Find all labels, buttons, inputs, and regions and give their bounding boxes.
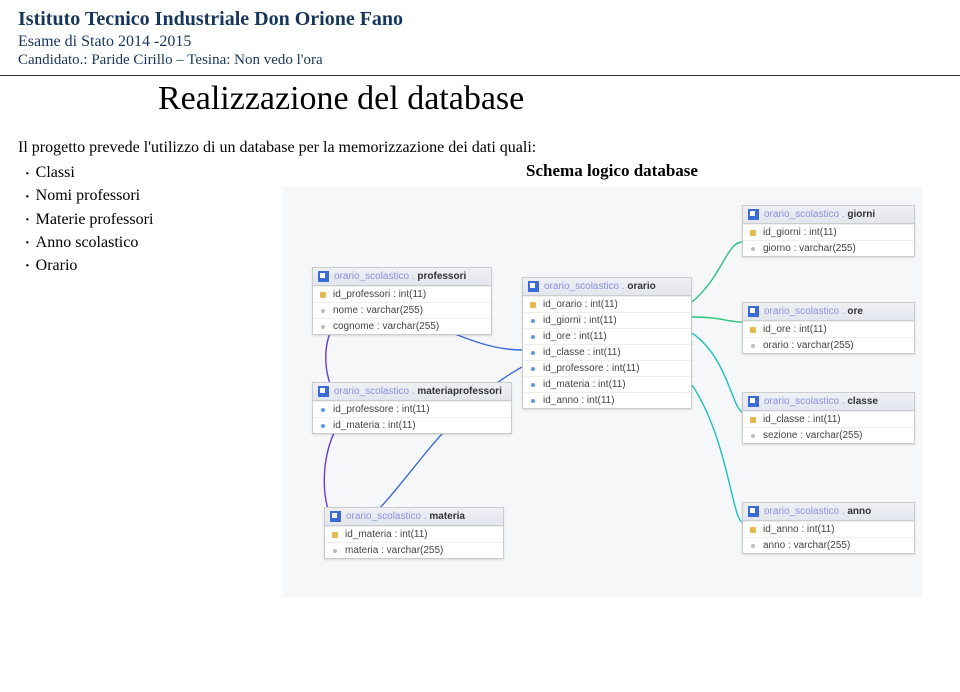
table-professori: orario_scolastico . professori id_profes… [312, 267, 492, 335]
table-column: id_professore : int(11) [313, 401, 511, 417]
table-header: orario_scolastico . orario [523, 278, 691, 296]
content-row: Classi Nomi professori Materie professor… [18, 161, 942, 597]
table-header: orario_scolastico . anno [743, 503, 914, 521]
document-header: Istituto Tecnico Industriale Don Orione … [0, 0, 960, 76]
table-column: id_ore : int(11) [743, 321, 914, 337]
table-header: orario_scolastico . giorni [743, 206, 914, 224]
table-column: id_anno : int(11) [523, 392, 691, 408]
table-icon [318, 386, 329, 397]
table-icon [748, 506, 759, 517]
table-column: id_giorni : int(11) [523, 312, 691, 328]
table-header: orario_scolastico . materiaprofessori [313, 383, 511, 401]
table-orario: orario_scolastico . orario id_orario : i… [522, 277, 692, 409]
intro-text: Il progetto prevede l'utilizzo di un dat… [18, 136, 942, 159]
table-anno: orario_scolastico . anno id_anno : int(1… [742, 502, 915, 554]
table-ore: orario_scolastico . ore id_ore : int(11)… [742, 302, 915, 354]
table-icon [528, 281, 539, 292]
table-column: id_professore : int(11) [523, 360, 691, 376]
bullet-item: Anno scolastico [24, 231, 258, 254]
candidate-line: Candidato.: Paride Cirillo – Tesina: Non… [18, 52, 942, 69]
table-column: id_classe : int(11) [743, 411, 914, 427]
table-column: id_orario : int(11) [523, 296, 691, 312]
table-column: id_giorni : int(11) [743, 224, 914, 240]
db-schema-diagram: orario_scolastico . giorni id_giorni : i… [282, 187, 922, 597]
table-icon [330, 511, 341, 522]
table-header: orario_scolastico . classe [743, 393, 914, 411]
table-materiaprofessori: orario_scolastico . materiaprofessori id… [312, 382, 512, 434]
table-column: id_classe : int(11) [523, 344, 691, 360]
table-column: nome : varchar(255) [313, 302, 491, 318]
table-column: orario : varchar(255) [743, 337, 914, 353]
bullets-column: Classi Nomi professori Materie professor… [18, 161, 258, 277]
table-column: anno : varchar(255) [743, 537, 914, 553]
bullet-item: Orario [24, 254, 258, 277]
table-classe: orario_scolastico . classe id_classe : i… [742, 392, 915, 444]
bullet-item: Materie professori [24, 208, 258, 231]
table-column: id_professori : int(11) [313, 286, 491, 302]
slide-body: Realizzazione del database Il progetto p… [0, 80, 960, 597]
table-column: sezione : varchar(255) [743, 427, 914, 443]
table-giorni: orario_scolastico . giorni id_giorni : i… [742, 205, 915, 257]
table-materia: orario_scolastico . materia id_materia :… [324, 507, 504, 559]
table-column: cognome : varchar(255) [313, 318, 491, 334]
table-column: id_anno : int(11) [743, 521, 914, 537]
schema-column: Schema logico database [282, 161, 942, 597]
table-header: orario_scolastico . ore [743, 303, 914, 321]
schema-title: Schema logico database [282, 161, 942, 181]
bullet-list: Classi Nomi professori Materie professor… [18, 161, 258, 277]
table-icon [748, 396, 759, 407]
table-icon [748, 306, 759, 317]
table-header: orario_scolastico . professori [313, 268, 491, 286]
table-column: id_materia : int(11) [523, 376, 691, 392]
bullet-item: Nomi professori [24, 184, 258, 207]
table-column: giorno : varchar(255) [743, 240, 914, 256]
institute-title: Istituto Tecnico Industriale Don Orione … [18, 8, 942, 31]
table-column: id_materia : int(11) [325, 526, 503, 542]
table-column: id_materia : int(11) [313, 417, 511, 433]
exam-year: Esame di Stato 2014 -2015 [18, 33, 942, 51]
table-icon [748, 209, 759, 220]
table-icon [318, 271, 329, 282]
table-header: orario_scolastico . materia [325, 508, 503, 526]
bullet-item: Classi [24, 161, 258, 184]
table-column: id_ore : int(11) [523, 328, 691, 344]
table-column: materia : varchar(255) [325, 542, 503, 558]
slide-title: Realizzazione del database [158, 80, 942, 118]
